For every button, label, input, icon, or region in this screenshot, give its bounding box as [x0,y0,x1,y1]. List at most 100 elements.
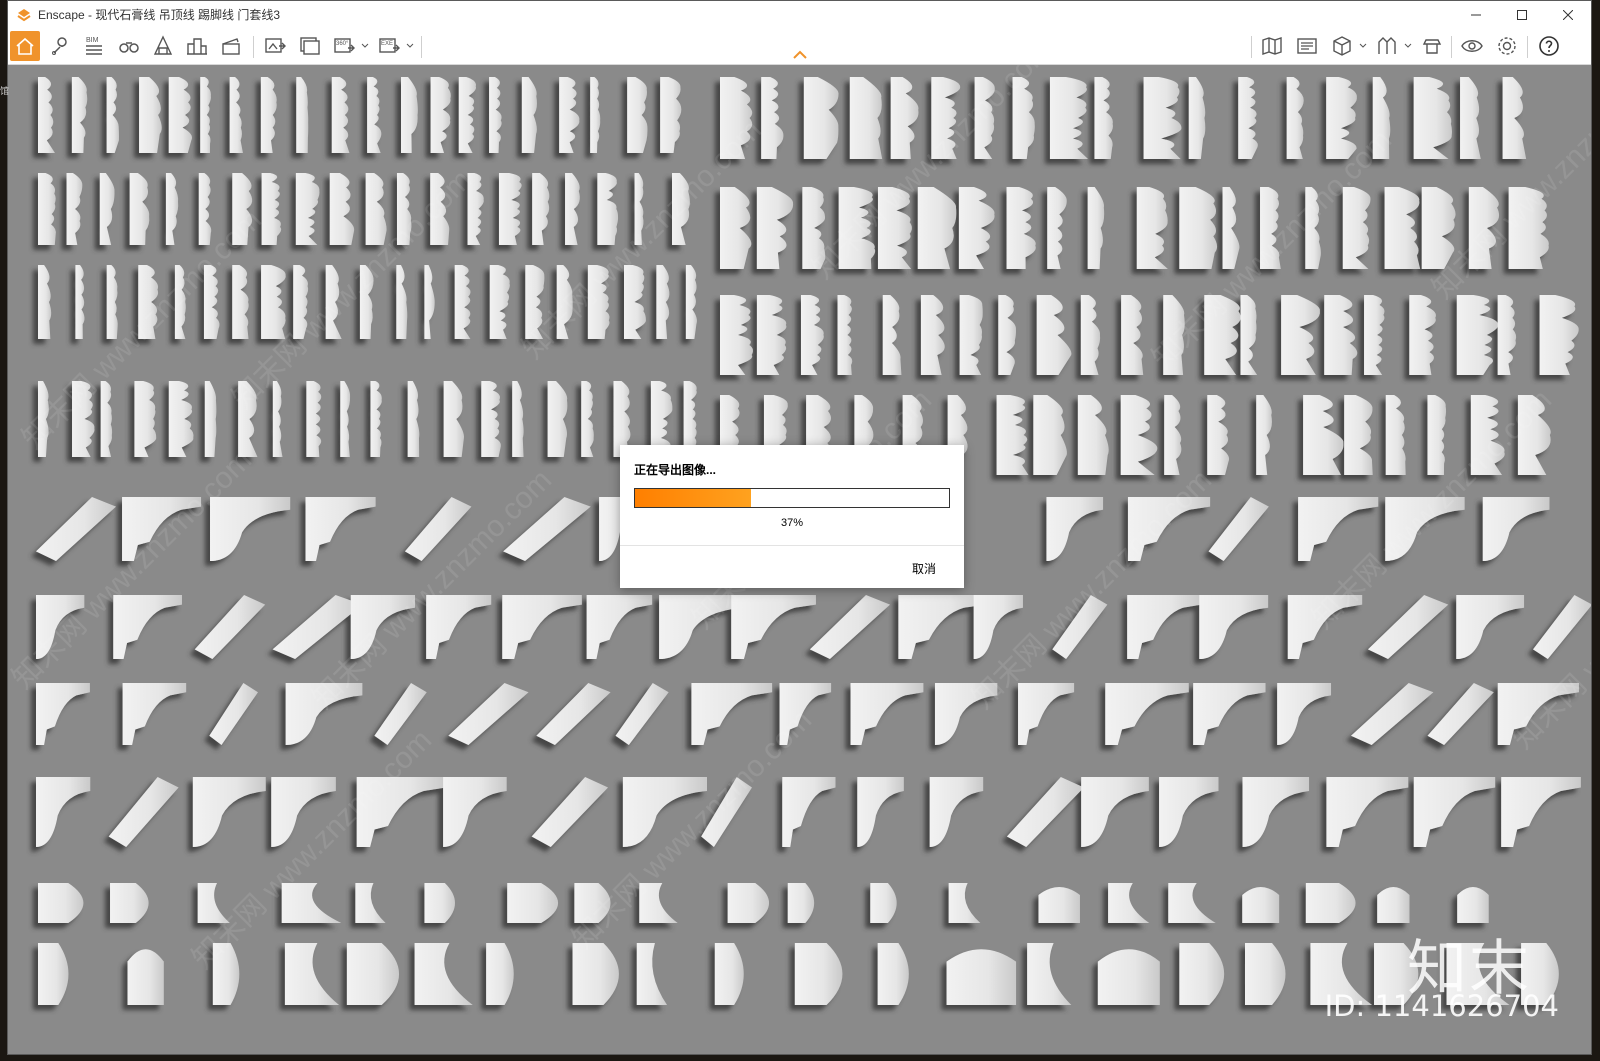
moulding-profile [198,173,212,245]
app-window: Enscape - 现代石膏线 吊顶线 踢脚线 门套线3 BIM 360° EX… [7,0,1592,1055]
video-editor-button[interactable] [216,31,246,61]
moulding-profile [1277,683,1332,745]
moulding-profile [1413,77,1452,159]
enscape-logo-icon [17,8,31,21]
moulding-profile [498,173,522,245]
exe-export-button[interactable]: EXE [374,31,414,61]
moulding-profile [1087,187,1105,269]
home-icon [16,37,34,55]
chevron-down-icon[interactable] [1404,43,1412,49]
moulding-profile [414,943,473,1005]
material-editor-button[interactable] [1372,31,1412,61]
moulding-profile [1163,295,1185,375]
moulding-profile [174,265,186,339]
moulding-profile [367,77,382,153]
chevron-down-icon[interactable] [1359,43,1367,49]
moulding-profile [565,173,580,245]
moulding-profile [404,497,472,561]
moulding-profile [66,173,83,245]
visual-settings-button[interactable] [1457,31,1487,61]
visual-settings-icon [1461,40,1483,52]
moulding-profile [113,595,182,659]
exe-export-icon: EXE [379,38,400,53]
moulding-profile [672,173,690,245]
moulding-profile [238,381,258,457]
help-button[interactable] [1534,31,1564,61]
settings-button[interactable] [1492,31,1522,61]
maximize-icon [1517,9,1527,20]
moulding-profile [36,777,91,847]
moulding-profile [1372,77,1391,159]
moulding-profile [917,187,957,269]
architecture-button[interactable] [148,31,178,61]
export-progress-bar [634,488,950,508]
batch-render-button[interactable] [295,31,325,61]
moulding-profile [407,381,420,457]
panorama-export-button[interactable]: 360° [329,31,369,61]
moulding-profile [194,595,266,659]
moulding-profile [547,381,568,457]
moulding-profile [1179,187,1218,269]
moulding-profile [882,295,902,375]
chevron-down-icon[interactable] [361,43,369,49]
moulding-profile [581,381,594,457]
moulding-profile [1179,943,1225,1005]
moulding-profile [1427,395,1447,475]
moulding-profile [1385,395,1406,475]
moulding-profile [1342,187,1371,269]
moulding-profile [1046,497,1104,561]
moulding-profile [1367,595,1449,659]
toolbar-separator [1527,36,1528,58]
moulding-profile [502,595,582,659]
render-image-button[interactable] [260,31,290,61]
moulding-profile [1159,777,1219,847]
moulding-profile [1287,595,1363,659]
maximize-button[interactable] [1499,1,1545,28]
moulding-profile [636,943,668,1005]
moulding-profile [370,381,382,457]
moulding-profile [1413,777,1496,847]
map-button[interactable] [1257,31,1287,61]
moulding-profile [38,265,52,339]
moulding-profile [1136,187,1168,269]
minimize-icon [1471,14,1481,15]
moulding-profile [306,381,322,457]
moulding-profile [1281,295,1320,375]
moulding-profile [948,883,981,923]
cube-view-button[interactable] [1327,31,1367,61]
moulding-profile [590,77,601,153]
architecture-icon [153,35,173,55]
bim-button[interactable]: BIM [79,31,109,61]
cancel-button[interactable]: 取消 [912,560,936,577]
title-bar: Enscape - 现代石膏线 吊顶线 踢脚线 门套线3 [8,1,1591,28]
moulding-profile [761,77,784,159]
window-title: Enscape - 现代石膏线 吊顶线 踢脚线 门套线3 [38,8,281,22]
moulding-profile [122,497,202,561]
screenshot-export-icon [265,38,286,53]
chevron-down-icon[interactable] [406,43,414,49]
view-management-button[interactable] [45,31,75,61]
moulding-profile [574,883,611,923]
collapse-toolbar-icon[interactable] [793,50,807,60]
render-viewport[interactable]: 知末网 www.znzmo.com 知末网 www.znzmo.com 知末网 ww… [8,65,1591,1054]
buildings-button[interactable] [182,31,212,61]
panorama-text: 360° [336,41,349,47]
asset-library-button[interactable] [1292,31,1322,61]
minimize-button[interactable] [1453,1,1499,28]
moulding-profile [1143,77,1182,159]
moulding-profile [1260,187,1281,269]
moulding-profile [443,381,464,457]
moulding-profile [1188,77,1206,159]
close-button[interactable] [1545,1,1591,28]
moulding-profile [1508,187,1549,269]
moulding-profile [374,683,427,745]
moulding-profile [443,777,507,847]
moulding-profile [75,265,85,339]
moulding-profile [1482,497,1550,561]
moulding-profile [627,77,648,153]
upload-button[interactable] [1417,31,1447,61]
moulding-profile [1094,77,1113,159]
moulding-profile [525,265,545,339]
walk-mode-button[interactable] [114,31,144,61]
home-button[interactable] [10,31,40,61]
